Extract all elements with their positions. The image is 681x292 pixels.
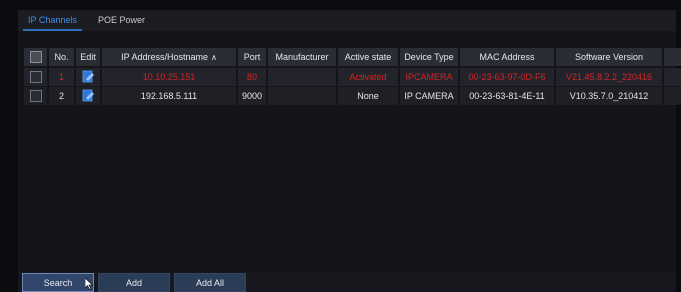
row-filler: [664, 87, 681, 105]
row-manufacturer: [268, 87, 336, 105]
header-mac-address[interactable]: MAC Address: [460, 48, 554, 66]
header-device-type[interactable]: Device Type: [400, 48, 458, 66]
select-all-checkbox[interactable]: [29, 50, 42, 63]
select-all-cell: [24, 48, 47, 66]
header-no[interactable]: No.: [49, 48, 74, 66]
row-mac-address: 00-23-63-81-4E-11: [460, 87, 554, 105]
row-software-version: V21.45.8.2.2_220416: [556, 68, 662, 86]
header-port[interactable]: Port: [238, 48, 266, 66]
edit-icon[interactable]: [82, 70, 95, 83]
table-header-row: No. Edit IP Address/Hostname ∧ Port Manuf…: [24, 48, 681, 66]
tab-bar: IP Channels POE Power: [18, 10, 676, 31]
row-no: 2: [49, 87, 74, 105]
add-all-button[interactable]: Add All: [174, 273, 246, 292]
row-filler: [664, 68, 681, 86]
header-manufacturer[interactable]: Manufacturer: [268, 48, 336, 66]
header-ip-address-label: IP Address/Hostname: [121, 52, 209, 62]
header-ip-address[interactable]: IP Address/Hostname ∧: [102, 48, 236, 66]
search-button[interactable]: Search: [22, 273, 94, 292]
sort-ascending-icon: ∧: [211, 53, 217, 62]
mouse-pointer-icon: [85, 278, 93, 290]
row-software-version: V10.35.7.0_210412: [556, 87, 662, 105]
row-checkbox[interactable]: [29, 70, 42, 83]
tab-ip-channels[interactable]: IP Channels: [23, 10, 82, 31]
row-edit-cell: [76, 68, 100, 86]
table-row[interactable]: 2 192.168.5.111 9000 None IP CAMERA 00-2…: [24, 87, 681, 105]
edit-icon[interactable]: [82, 89, 95, 102]
row-device-type: IP CAMERA: [400, 87, 458, 105]
header-filler: [664, 48, 681, 66]
tab-poe-power[interactable]: POE Power: [98, 10, 145, 31]
header-active-state[interactable]: Active state: [338, 48, 398, 66]
row-edit-cell: [76, 87, 100, 105]
row-ip-address: 192.168.5.111: [102, 87, 236, 105]
row-device-type: IPCAMERA: [400, 68, 458, 86]
row-manufacturer: [268, 68, 336, 86]
row-port: 80: [238, 68, 266, 86]
row-select-cell: [24, 87, 47, 105]
row-active-state: Activated: [338, 68, 398, 86]
table-row[interactable]: 1 10.10.25.151 80 Activated IPCAMERA 00-…: [24, 68, 681, 86]
header-edit[interactable]: Edit: [76, 48, 100, 66]
row-no: 1: [49, 68, 74, 86]
ip-channels-panel: IP Channels POE Power No. Edit IP Addres…: [18, 10, 681, 292]
header-software-version[interactable]: Software Version: [556, 48, 662, 66]
row-checkbox[interactable]: [29, 89, 42, 102]
row-mac-address: 00-23-63-97-0D-F6: [460, 68, 554, 86]
row-ip-address: 10.10.25.151: [102, 68, 236, 86]
row-select-cell: [24, 68, 47, 86]
row-port: 9000: [238, 87, 266, 105]
row-active-state: None: [338, 87, 398, 105]
add-button[interactable]: Add: [98, 273, 170, 292]
